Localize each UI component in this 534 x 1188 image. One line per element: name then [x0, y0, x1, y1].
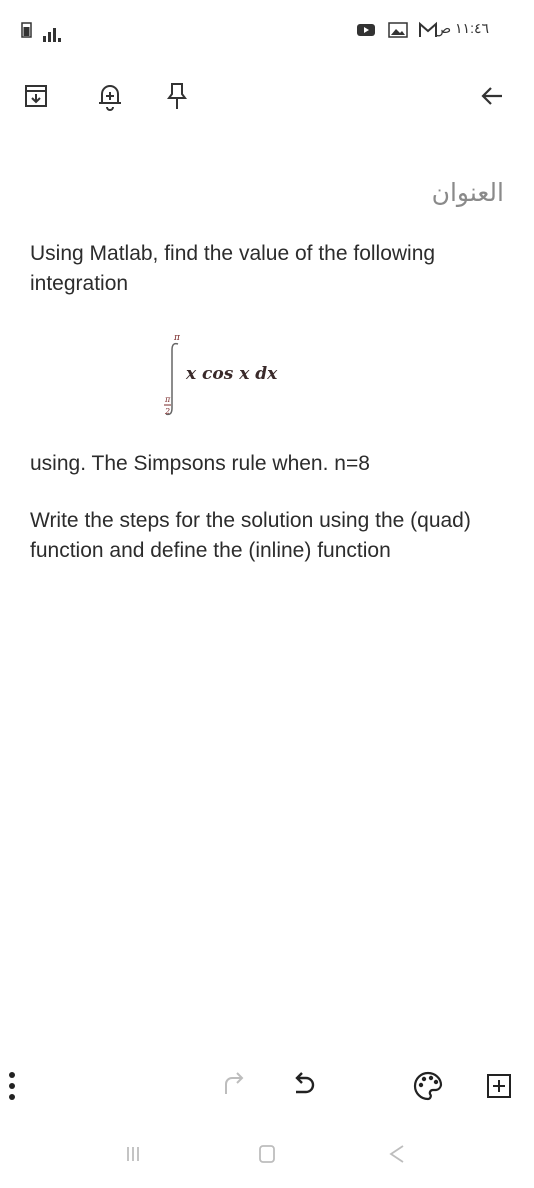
more-icon[interactable]	[2, 1070, 34, 1102]
back-arrow-icon[interactable]	[478, 82, 508, 112]
redo-icon[interactable]	[218, 1070, 250, 1102]
note-title-field[interactable]: العنوان	[432, 178, 504, 207]
gallery-icon	[388, 22, 408, 43]
recent-apps-icon[interactable]	[122, 1143, 144, 1170]
pin-icon[interactable]	[164, 81, 194, 111]
status-bar: ١١:٤٦ ص	[0, 0, 534, 60]
add-reminder-icon[interactable]	[96, 81, 126, 111]
integral-formula: π π 2 x cos x dx	[150, 330, 350, 430]
home-icon[interactable]	[256, 1143, 278, 1170]
archive-icon[interactable]	[23, 83, 53, 113]
note-paragraph-3[interactable]: Write the steps for the solution using t…	[30, 506, 490, 566]
undo-icon[interactable]	[288, 1070, 320, 1102]
lower-limit-denominator: 2	[164, 407, 170, 416]
integrand: x cos x dx	[185, 364, 278, 384]
status-time: ١١:٤٦ ص	[434, 20, 489, 36]
note-paragraph-1[interactable]: Using Matlab, find the value of the foll…	[30, 239, 510, 299]
battery-icon	[21, 22, 32, 38]
note-paragraph-2[interactable]: using. The Simpsons rule when. n=8	[30, 449, 510, 479]
palette-icon[interactable]	[412, 1070, 444, 1102]
upper-limit: π	[173, 333, 181, 343]
add-box-icon[interactable]	[485, 1072, 517, 1104]
signal-icon	[43, 24, 63, 42]
lower-limit-numerator: π	[164, 395, 171, 404]
back-icon[interactable]	[385, 1142, 409, 1171]
youtube-icon	[356, 22, 376, 43]
